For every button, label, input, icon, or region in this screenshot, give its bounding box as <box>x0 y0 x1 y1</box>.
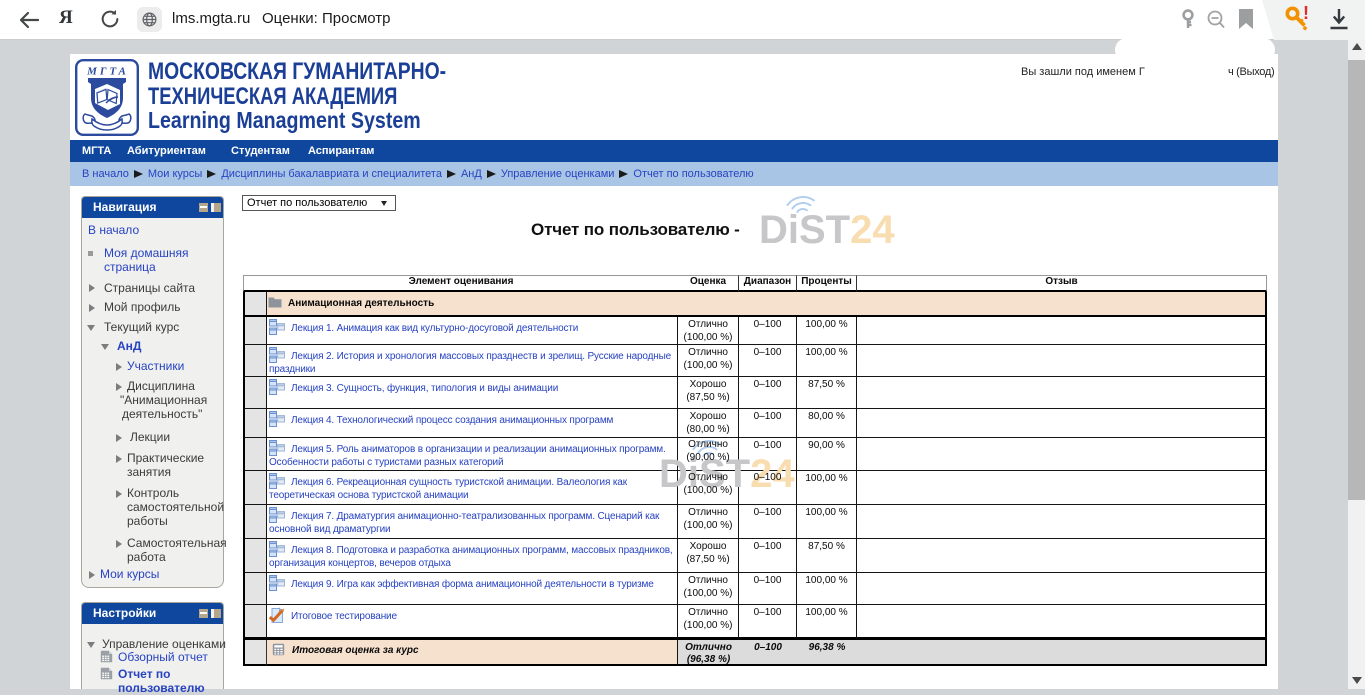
svg-text:МГТА: МГТА <box>86 66 129 78</box>
